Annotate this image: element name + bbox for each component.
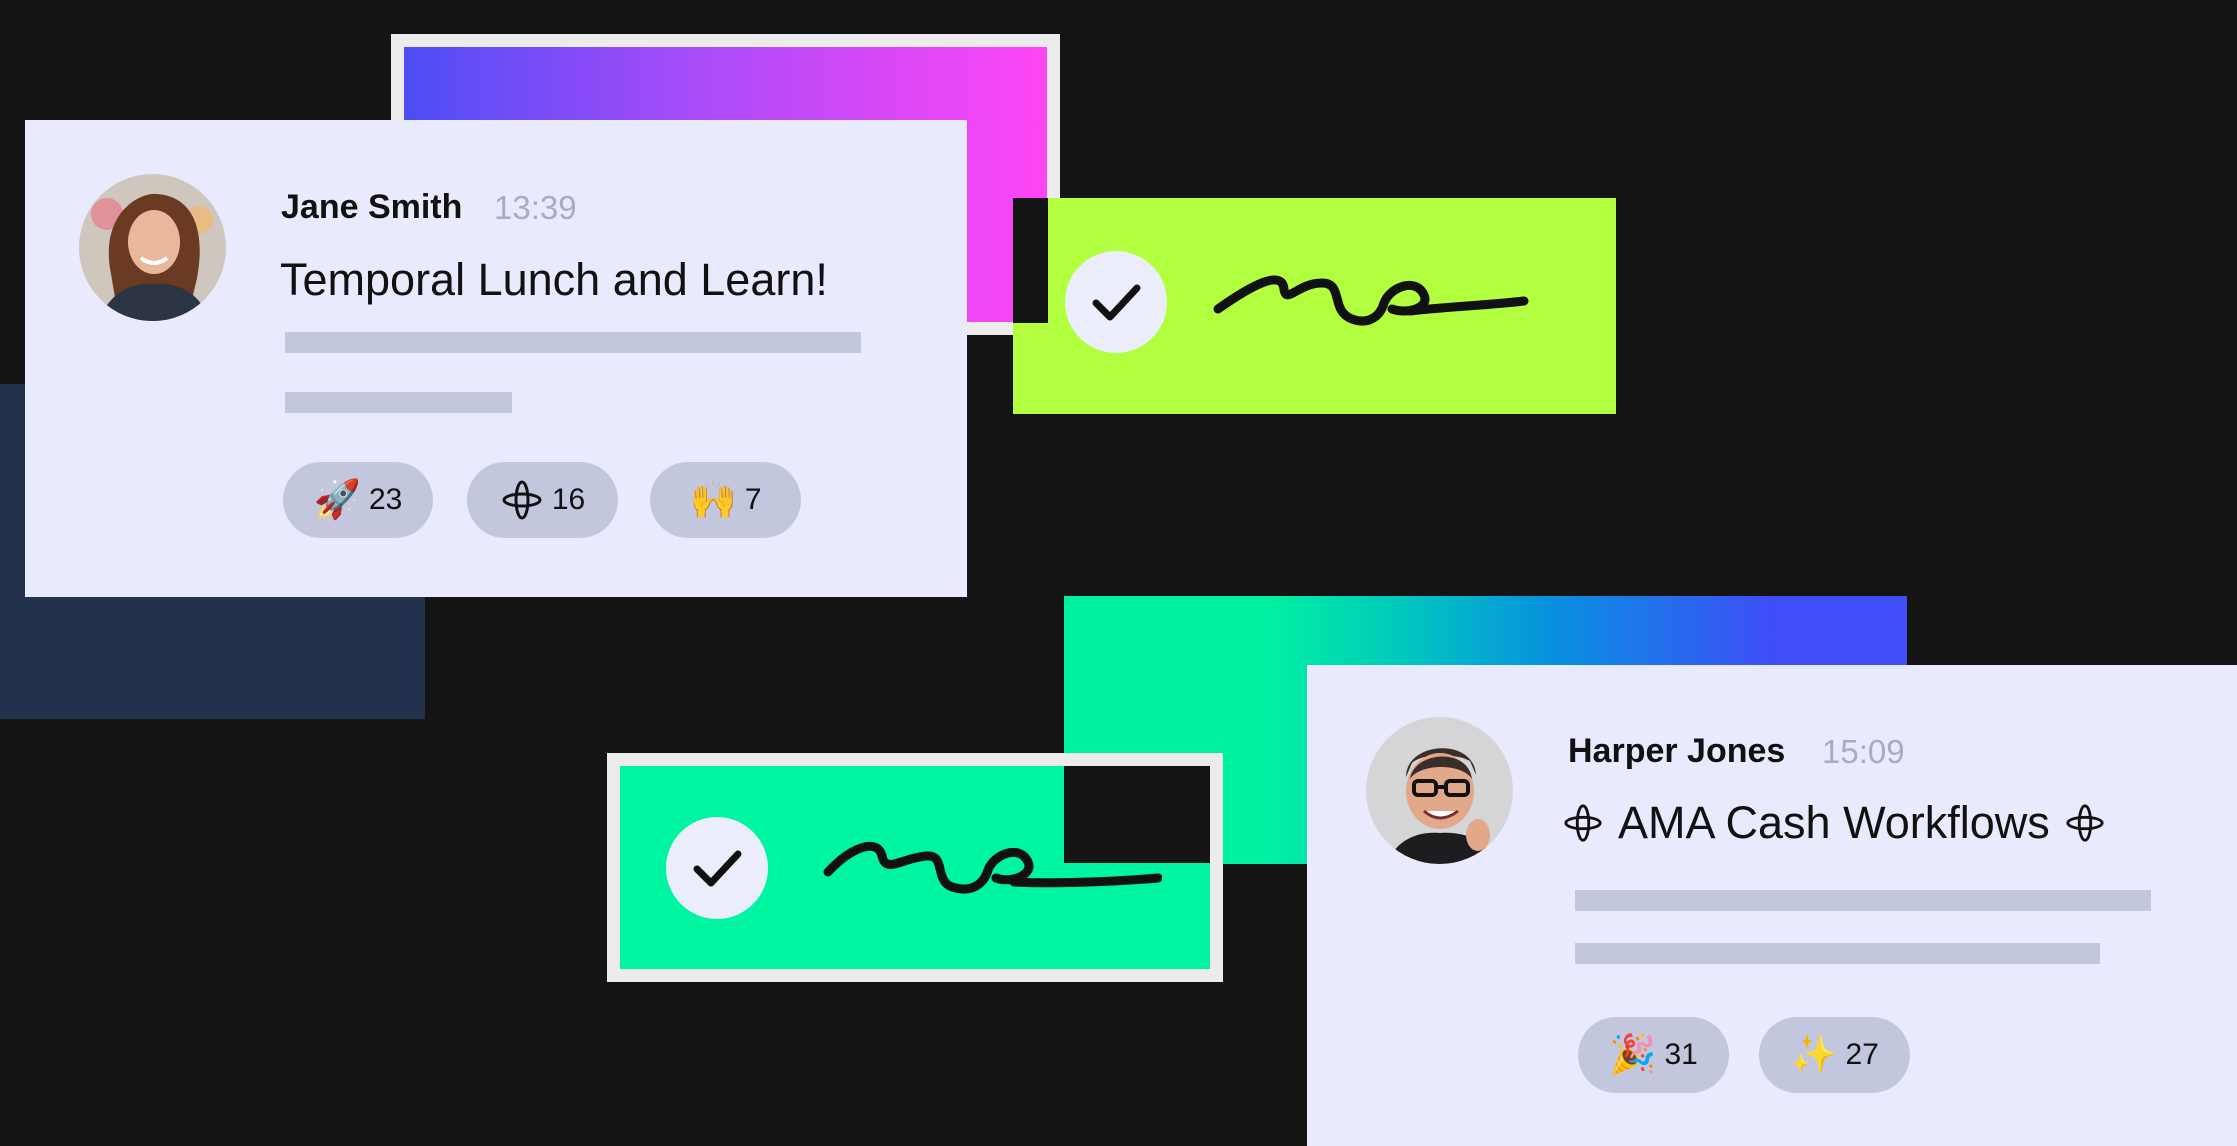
decor-notch [1013, 198, 1048, 323]
reaction-count: 31 [1664, 1038, 1698, 1071]
checkmark-icon [666, 817, 768, 919]
placeholder-line [1575, 890, 2151, 911]
reaction-temporal[interactable]: 16 [467, 462, 618, 538]
reaction-count: 7 [744, 483, 762, 516]
avatar[interactable] [1366, 717, 1513, 864]
reaction-count: 16 [551, 483, 586, 516]
message-title: Temporal Lunch and Learn! [280, 254, 828, 305]
reaction-raised-hands[interactable]: 🙌 7 [650, 462, 801, 538]
message-title: AMA Cash Workflows [1618, 797, 2050, 848]
party-popper-icon: 🎉 [1609, 1034, 1657, 1076]
signature-icon [1213, 275, 1529, 326]
raised-hands-icon: 🙌 [689, 479, 737, 521]
timestamp: 13:39 [494, 189, 577, 226]
author-name: Harper Jones [1568, 732, 1786, 770]
checkmark-icon [1065, 251, 1167, 353]
reaction-rocket[interactable]: 🚀 23 [283, 462, 433, 538]
signature-icon [823, 841, 1162, 894]
timestamp: 15:09 [1822, 733, 1905, 770]
temporal-star-icon [2064, 802, 2106, 844]
rocket-icon: 🚀 [313, 479, 361, 521]
author-name: Jane Smith [281, 188, 463, 226]
temporal-star-icon [500, 478, 544, 522]
reaction-count: 23 [368, 483, 403, 516]
avatar[interactable] [79, 174, 226, 321]
reaction-party-popper[interactable]: 🎉 31 [1578, 1017, 1729, 1093]
sparkles-icon: ✨ [1790, 1034, 1838, 1076]
reaction-sparkles[interactable]: ✨ 27 [1759, 1017, 1910, 1093]
temporal-star-icon [1562, 802, 1604, 844]
placeholder-line [285, 332, 861, 353]
reaction-count: 27 [1845, 1038, 1879, 1071]
placeholder-line [285, 392, 512, 413]
message-title-row: AMA Cash Workflows [1562, 797, 2106, 849]
placeholder-line [1575, 943, 2100, 964]
